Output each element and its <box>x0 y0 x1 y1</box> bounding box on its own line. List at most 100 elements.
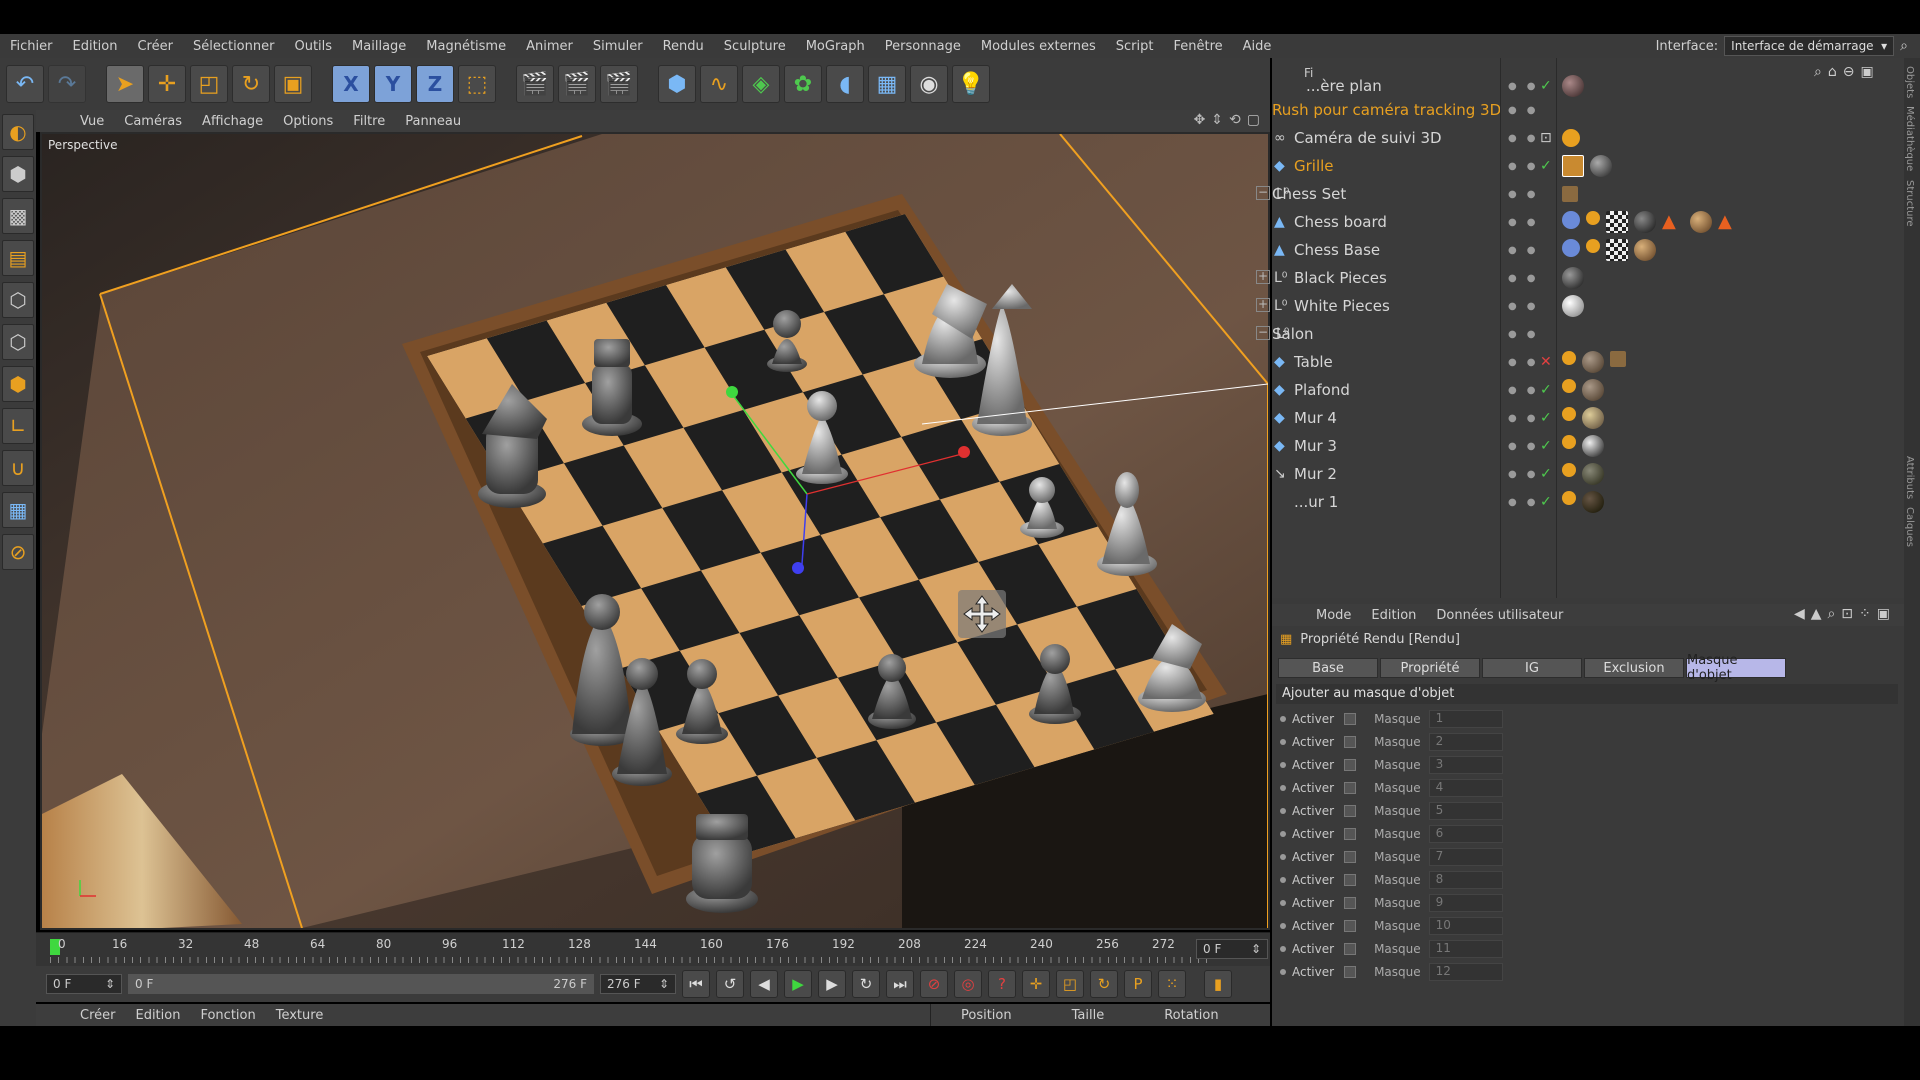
fold-toggle-icon[interactable]: + <box>1256 298 1270 312</box>
material-tag-icon[interactable] <box>1582 407 1604 429</box>
animate-dot-icon[interactable] <box>1280 946 1286 952</box>
interface-select[interactable]: Interface de démarrage ▾ <box>1724 36 1895 56</box>
masque-field[interactable]: 7 <box>1428 848 1503 866</box>
object-row[interactable]: ◆ Plafond ●● ✓ <box>1272 376 1904 404</box>
make-editable-button[interactable]: ◐ <box>2 114 34 150</box>
masque-field[interactable]: 6 <box>1428 825 1503 843</box>
object-row[interactable]: ∞ Caméra de suivi 3D ●● ⊡ <box>1272 124 1904 152</box>
masque-field[interactable]: 1 <box>1428 710 1503 728</box>
frame-range-slider[interactable]: 0 F 276 F <box>128 974 594 994</box>
select-tool-button[interactable]: ➤ <box>106 65 144 103</box>
activer-checkbox[interactable] <box>1344 782 1357 794</box>
no-render-tag-icon[interactable] <box>1562 129 1580 147</box>
key-point-level-button[interactable]: ⁙ <box>1158 970 1186 998</box>
column-divider[interactable] <box>1500 58 1501 598</box>
polygons-mode-button[interactable]: ⬢ <box>2 366 34 402</box>
light-button[interactable]: 💡 <box>952 65 990 103</box>
visibility-dots[interactable]: ●● <box>1508 217 1545 228</box>
redo-button[interactable]: ↷ <box>48 65 86 103</box>
material-tag-icon[interactable] <box>1562 267 1584 289</box>
timeline-window-button[interactable]: ▮ <box>1204 970 1232 998</box>
checker-material-icon[interactable] <box>1606 239 1628 261</box>
attr-menu-donnees-utilisateur[interactable]: Données utilisateur <box>1426 608 1573 623</box>
animate-dot-icon[interactable] <box>1280 716 1286 722</box>
material-menu-edition[interactable]: Edition <box>125 1008 190 1023</box>
visibility-dots[interactable]: ●● <box>1508 273 1545 284</box>
end-frame-field[interactable]: 276 F ⇕ <box>600 974 676 994</box>
start-frame-field[interactable]: 0 F ⇕ <box>46 974 122 994</box>
masque-field[interactable]: 3 <box>1428 756 1503 774</box>
fold-toggle-icon[interactable]: − <box>1256 186 1270 200</box>
points-mode-button[interactable]: ⬡ <box>2 282 34 318</box>
side-tab-objets[interactable]: Objets <box>1904 66 1915 98</box>
activer-checkbox[interactable] <box>1344 897 1357 909</box>
object-row[interactable]: + L⁰ White Pieces ●● <box>1256 292 1904 320</box>
disabled-x-icon[interactable]: ✕ <box>1540 354 1552 370</box>
masque-field[interactable]: 8 <box>1428 871 1503 889</box>
keyframe-selection-button[interactable]: ? <box>988 970 1016 998</box>
enabled-check-icon[interactable]: ✓ <box>1540 438 1552 454</box>
enabled-check-icon[interactable]: ✓ <box>1540 494 1552 510</box>
layer-tag-icon[interactable] <box>1610 351 1626 367</box>
tab-exclusion[interactable]: Exclusion <box>1584 658 1684 678</box>
animate-dot-icon[interactable] <box>1280 877 1286 883</box>
record-button[interactable]: ⊘ <box>920 970 948 998</box>
undo-button[interactable]: ↶ <box>6 65 44 103</box>
visibility-dots[interactable]: ●● <box>1508 329 1545 340</box>
masque-field[interactable]: 12 <box>1428 963 1503 981</box>
menu-rendu[interactable]: Rendu <box>653 39 714 54</box>
material-tag-icon[interactable] <box>1582 379 1604 401</box>
uvw-tag-icon[interactable] <box>1562 435 1576 449</box>
workplane-grid-button[interactable]: ▦ <box>2 492 34 528</box>
menu-mograph[interactable]: MoGraph <box>796 39 875 54</box>
masque-field[interactable]: 2 <box>1428 733 1503 751</box>
activer-checkbox[interactable] <box>1344 759 1357 771</box>
phong-tag-icon[interactable] <box>1562 239 1580 257</box>
object-row[interactable]: ◆ Mur 3 ●● ✓ <box>1272 432 1904 460</box>
phong-tag-icon[interactable] <box>1562 211 1580 229</box>
material-tag-icon[interactable] <box>1582 491 1604 513</box>
object-row[interactable]: − L⁰ Chess Set ●● <box>1256 180 1904 208</box>
menu-edition[interactable]: Edition <box>63 39 128 54</box>
material-tag-icon[interactable] <box>1582 463 1604 485</box>
menu-magnetisme[interactable]: Magnétisme <box>416 39 516 54</box>
object-row[interactable]: ◆ Table ●● ✕ <box>1272 348 1904 376</box>
column-divider[interactable] <box>1556 58 1557 598</box>
generator-button[interactable]: ◈ <box>742 65 780 103</box>
animate-dot-icon[interactable] <box>1280 785 1286 791</box>
next-key-button[interactable]: ↻ <box>852 970 880 998</box>
axis-z-button[interactable]: Z <box>416 65 454 103</box>
snap-button[interactable]: ∪ <box>2 450 34 486</box>
checker-material-icon[interactable] <box>1606 211 1628 233</box>
material-tag-icon[interactable] <box>1590 155 1612 177</box>
object-row[interactable]: ◆ Mur 4 ●● ✓ <box>1272 404 1904 432</box>
masque-field[interactable]: 9 <box>1428 894 1503 912</box>
animate-dot-icon[interactable] <box>1280 969 1286 975</box>
warning-icon[interactable]: ▲ <box>1718 211 1740 233</box>
activer-checkbox[interactable] <box>1344 713 1357 725</box>
key-parameter-button[interactable]: P <box>1124 970 1152 998</box>
play-button[interactable]: ▶ <box>784 970 812 998</box>
tab-masque-objet[interactable]: Masque d'objet <box>1686 653 1786 683</box>
go-to-end-button[interactable]: ⏭ <box>886 970 914 998</box>
object-row[interactable]: ▲ Chess board ●● ▲ ▲ <box>1272 208 1904 236</box>
object-row[interactable]: ◆ Grille ●● ✓ <box>1272 152 1904 180</box>
object-row[interactable]: + L⁰ Black Pieces ●● <box>1256 264 1904 292</box>
enabled-check-icon[interactable]: ✓ <box>1540 466 1552 482</box>
attr-menu-edition[interactable]: Edition <box>1361 608 1426 623</box>
axis-mode-button[interactable]: ∟ <box>2 408 34 444</box>
coordinate-system-button[interactable]: ⬚ <box>458 65 496 103</box>
axis-y-button[interactable]: Y <box>374 65 412 103</box>
axis-x-button[interactable]: X <box>332 65 370 103</box>
menu-script[interactable]: Script <box>1106 39 1164 54</box>
current-frame-field[interactable]: 0 F ⇕ <box>1196 939 1268 959</box>
layer-tag-icon[interactable] <box>1562 186 1578 202</box>
menu-fichier[interactable]: Fichier <box>0 39 63 54</box>
menu-maillage[interactable]: Maillage <box>342 39 416 54</box>
activer-checkbox[interactable] <box>1344 736 1357 748</box>
rotate-tool-button[interactable]: ↻ <box>232 65 270 103</box>
autokey-button[interactable]: ◎ <box>954 970 982 998</box>
animate-dot-icon[interactable] <box>1280 854 1286 860</box>
key-position-button[interactable]: ✛ <box>1022 970 1050 998</box>
animate-dot-icon[interactable] <box>1280 739 1286 745</box>
